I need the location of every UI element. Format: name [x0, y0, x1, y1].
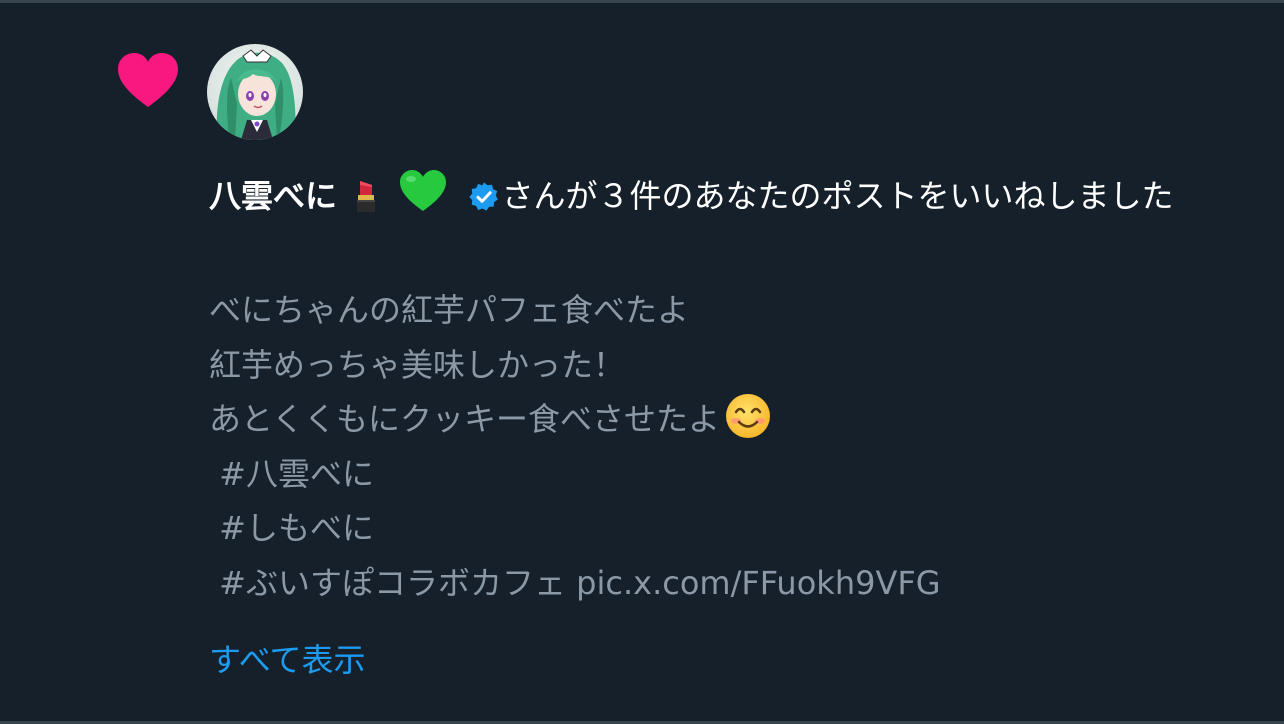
- post-line-2: 紅芋めっちゃ美味しかった！: [209, 345, 626, 384]
- hashtag-yakumo-beni[interactable]: #八雲べに: [209, 447, 1239, 502]
- post-line-1: べにちゃんの紅芋パフェ食べたよ: [209, 291, 690, 329]
- verified-badge-icon: [468, 182, 498, 211]
- smiling-face-emoji-icon: [726, 394, 771, 438]
- action-text: さんが３件のあなたのポストをいいねしました: [501, 177, 1174, 215]
- post-text[interactable]: べにちゃんの紅芋パフェ食べたよ 紅芋めっちゃ美味しかった！ あとくくもにクッキー…: [209, 283, 1239, 610]
- green-heart-icon: [400, 170, 447, 211]
- notification-headline: 八雲べに さんが３件のあなたのポストをいいねしました: [209, 169, 1239, 221]
- hashtag-shimobeni[interactable]: #しもべに: [209, 501, 1239, 556]
- lipstick-icon: [357, 181, 376, 212]
- post-line-3: あとくくもにクッキー食べさせたよ: [209, 392, 1239, 447]
- heart-icon: [118, 53, 178, 107]
- avatar[interactable]: [207, 44, 303, 140]
- user-name[interactable]: 八雲べに: [209, 177, 337, 215]
- like-notification[interactable]: 八雲べに さんが３件のあなたのポストをいいねしました べにちゃんの紅芋パフェ食べ…: [0, 0, 1284, 724]
- hashtag-vspo-collab-cafe-and-link[interactable]: #ぶいすぽコラボカフェ pic.x.com/FFuokh9VFG: [209, 556, 1239, 611]
- show-all-link[interactable]: すべて表示: [209, 633, 365, 687]
- avatar-image: [207, 44, 303, 140]
- post-line-3-text: あとくくもにクッキー食べさせたよ: [209, 400, 721, 438]
